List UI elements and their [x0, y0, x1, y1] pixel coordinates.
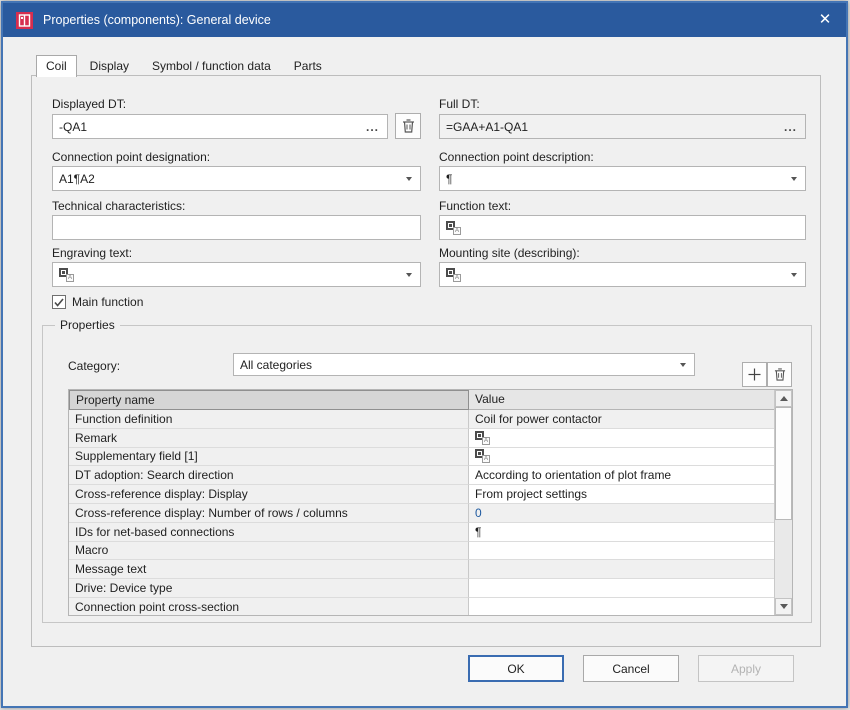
- connection-point-designation-combo[interactable]: A1¶A2: [52, 166, 421, 191]
- property-value-cell[interactable]: [469, 579, 774, 598]
- properties-table-body: Function definitionCoil for power contac…: [69, 410, 792, 616]
- engraving-text-combo[interactable]: A: [52, 262, 421, 287]
- main-function-label: Main function: [72, 295, 143, 309]
- table-scrollbar[interactable]: [774, 390, 792, 615]
- ml-text-icon: A: [446, 268, 461, 282]
- table-row[interactable]: Message text: [69, 560, 792, 579]
- properties-dialog: Properties (components): General device …: [1, 1, 848, 708]
- dropdown-arrow-icon[interactable]: [787, 273, 801, 277]
- plus-icon: [748, 368, 761, 381]
- tab-parts[interactable]: Parts: [284, 55, 332, 77]
- property-name-cell[interactable]: Drive: Device type: [69, 579, 469, 598]
- property-name-cell[interactable]: Macro: [69, 542, 469, 561]
- scroll-down-icon[interactable]: [775, 598, 792, 615]
- tab-page-coil: Displayed DT: -QA1 ... Full DT: =GAA+A1-…: [31, 75, 821, 647]
- displayed-dt-label: Displayed DT:: [52, 97, 126, 111]
- column-header-property-name[interactable]: Property name: [69, 390, 469, 410]
- mounting-site-label: Mounting site (describing):: [439, 246, 580, 260]
- add-property-button[interactable]: [742, 362, 767, 387]
- trash-icon: [402, 119, 415, 133]
- column-header-value[interactable]: Value: [469, 390, 774, 410]
- engraving-text-label: Engraving text:: [52, 246, 132, 260]
- category-combo[interactable]: All categories: [233, 353, 695, 376]
- cancel-button[interactable]: Cancel: [583, 655, 679, 682]
- property-name-cell[interactable]: Connection point cross-section: [69, 598, 469, 616]
- table-row[interactable]: Supplementary field [1] A: [69, 448, 792, 467]
- table-row[interactable]: Cross-reference display: Number of rows …: [69, 504, 792, 523]
- property-value-cell[interactable]: [469, 560, 774, 579]
- properties-group: Properties Category: All categories: [42, 325, 812, 623]
- full-dt-input[interactable]: =GAA+A1-QA1 ...: [439, 114, 806, 139]
- table-row[interactable]: Drive: Device type: [69, 579, 792, 598]
- ml-text-icon: A: [475, 431, 490, 445]
- full-dt-browse-button[interactable]: ...: [780, 122, 801, 132]
- table-row[interactable]: DT adoption: Search directionAccording t…: [69, 466, 792, 485]
- scrollbar-thumb[interactable]: [775, 407, 792, 520]
- property-name-cell[interactable]: Supplementary field [1]: [69, 448, 469, 467]
- tab-bar: Coil Display Symbol / function data Part…: [36, 55, 335, 77]
- trash-icon: [774, 368, 786, 381]
- table-row[interactable]: Connection point cross-section: [69, 598, 792, 616]
- delete-property-button[interactable]: [767, 362, 792, 387]
- ml-text-icon: A: [446, 221, 461, 235]
- displayed-dt-input[interactable]: -QA1 ...: [52, 114, 388, 139]
- scroll-up-icon[interactable]: [775, 390, 792, 407]
- property-value-cell[interactable]: A: [469, 448, 774, 467]
- property-name-cell[interactable]: Function definition: [69, 410, 469, 429]
- table-row[interactable]: IDs for net-based connections¶: [69, 523, 792, 542]
- function-text-input[interactable]: A: [439, 215, 806, 240]
- property-name-cell[interactable]: IDs for net-based connections: [69, 523, 469, 542]
- titlebar: Properties (components): General device …: [3, 3, 846, 37]
- dropdown-arrow-icon[interactable]: [402, 177, 416, 181]
- main-function-checkbox[interactable]: [52, 295, 66, 309]
- table-row[interactable]: Function definitionCoil for power contac…: [69, 410, 792, 429]
- property-value-cell[interactable]: ¶: [469, 523, 774, 542]
- apply-button[interactable]: Apply: [698, 655, 794, 682]
- dropdown-arrow-icon[interactable]: [787, 177, 801, 181]
- eplan-logo-icon: [16, 12, 33, 29]
- property-value-cell[interactable]: Coil for power contactor: [469, 410, 774, 429]
- property-value-cell[interactable]: [469, 598, 774, 616]
- properties-group-legend: Properties: [55, 318, 120, 332]
- tab-symbol-function-data[interactable]: Symbol / function data: [142, 55, 281, 77]
- window-title: Properties (components): General device: [43, 13, 271, 27]
- dropdown-arrow-icon[interactable]: [676, 363, 690, 367]
- connection-point-description-combo[interactable]: ¶: [439, 166, 806, 191]
- tab-coil[interactable]: Coil: [36, 55, 77, 77]
- main-function-row: Main function: [52, 295, 143, 309]
- connection-point-description-label: Connection point description:: [439, 150, 594, 164]
- delete-dt-button[interactable]: [395, 113, 421, 139]
- technical-characteristics-input[interactable]: [52, 215, 421, 240]
- connection-point-designation-label: Connection point designation:: [52, 150, 210, 164]
- property-name-cell[interactable]: Message text: [69, 560, 469, 579]
- category-label: Category:: [68, 359, 120, 373]
- table-row[interactable]: Cross-reference display: DisplayFrom pro…: [69, 485, 792, 504]
- checkbox-check-icon: [54, 298, 64, 307]
- dropdown-arrow-icon[interactable]: [402, 273, 416, 277]
- property-name-cell[interactable]: DT adoption: Search direction: [69, 466, 469, 485]
- close-icon[interactable]: ✕: [804, 3, 846, 37]
- property-value-cell[interactable]: 0: [469, 504, 774, 523]
- property-name-cell[interactable]: Remark: [69, 429, 469, 448]
- full-dt-label: Full DT:: [439, 97, 480, 111]
- property-value-cell[interactable]: A: [469, 429, 774, 448]
- ok-button[interactable]: OK: [468, 655, 564, 682]
- property-name-cell[interactable]: Cross-reference display: Number of rows …: [69, 504, 469, 523]
- property-value-cell[interactable]: From project settings: [469, 485, 774, 504]
- displayed-dt-browse-button[interactable]: ...: [362, 122, 383, 132]
- mounting-site-combo[interactable]: A: [439, 262, 806, 287]
- table-row[interactable]: Macro: [69, 542, 792, 561]
- technical-characteristics-label: Technical characteristics:: [52, 199, 185, 213]
- ml-text-icon: A: [59, 268, 74, 282]
- tab-display[interactable]: Display: [80, 55, 139, 77]
- table-row[interactable]: Remark A: [69, 429, 792, 448]
- properties-table: Property name Value Function definitionC…: [68, 389, 793, 616]
- property-value-cell[interactable]: According to orientation of plot frame: [469, 466, 774, 485]
- ml-text-icon: A: [475, 449, 490, 463]
- property-name-cell[interactable]: Cross-reference display: Display: [69, 485, 469, 504]
- function-text-label: Function text:: [439, 199, 511, 213]
- property-value-cell[interactable]: [469, 542, 774, 561]
- table-header: Property name Value: [69, 390, 792, 410]
